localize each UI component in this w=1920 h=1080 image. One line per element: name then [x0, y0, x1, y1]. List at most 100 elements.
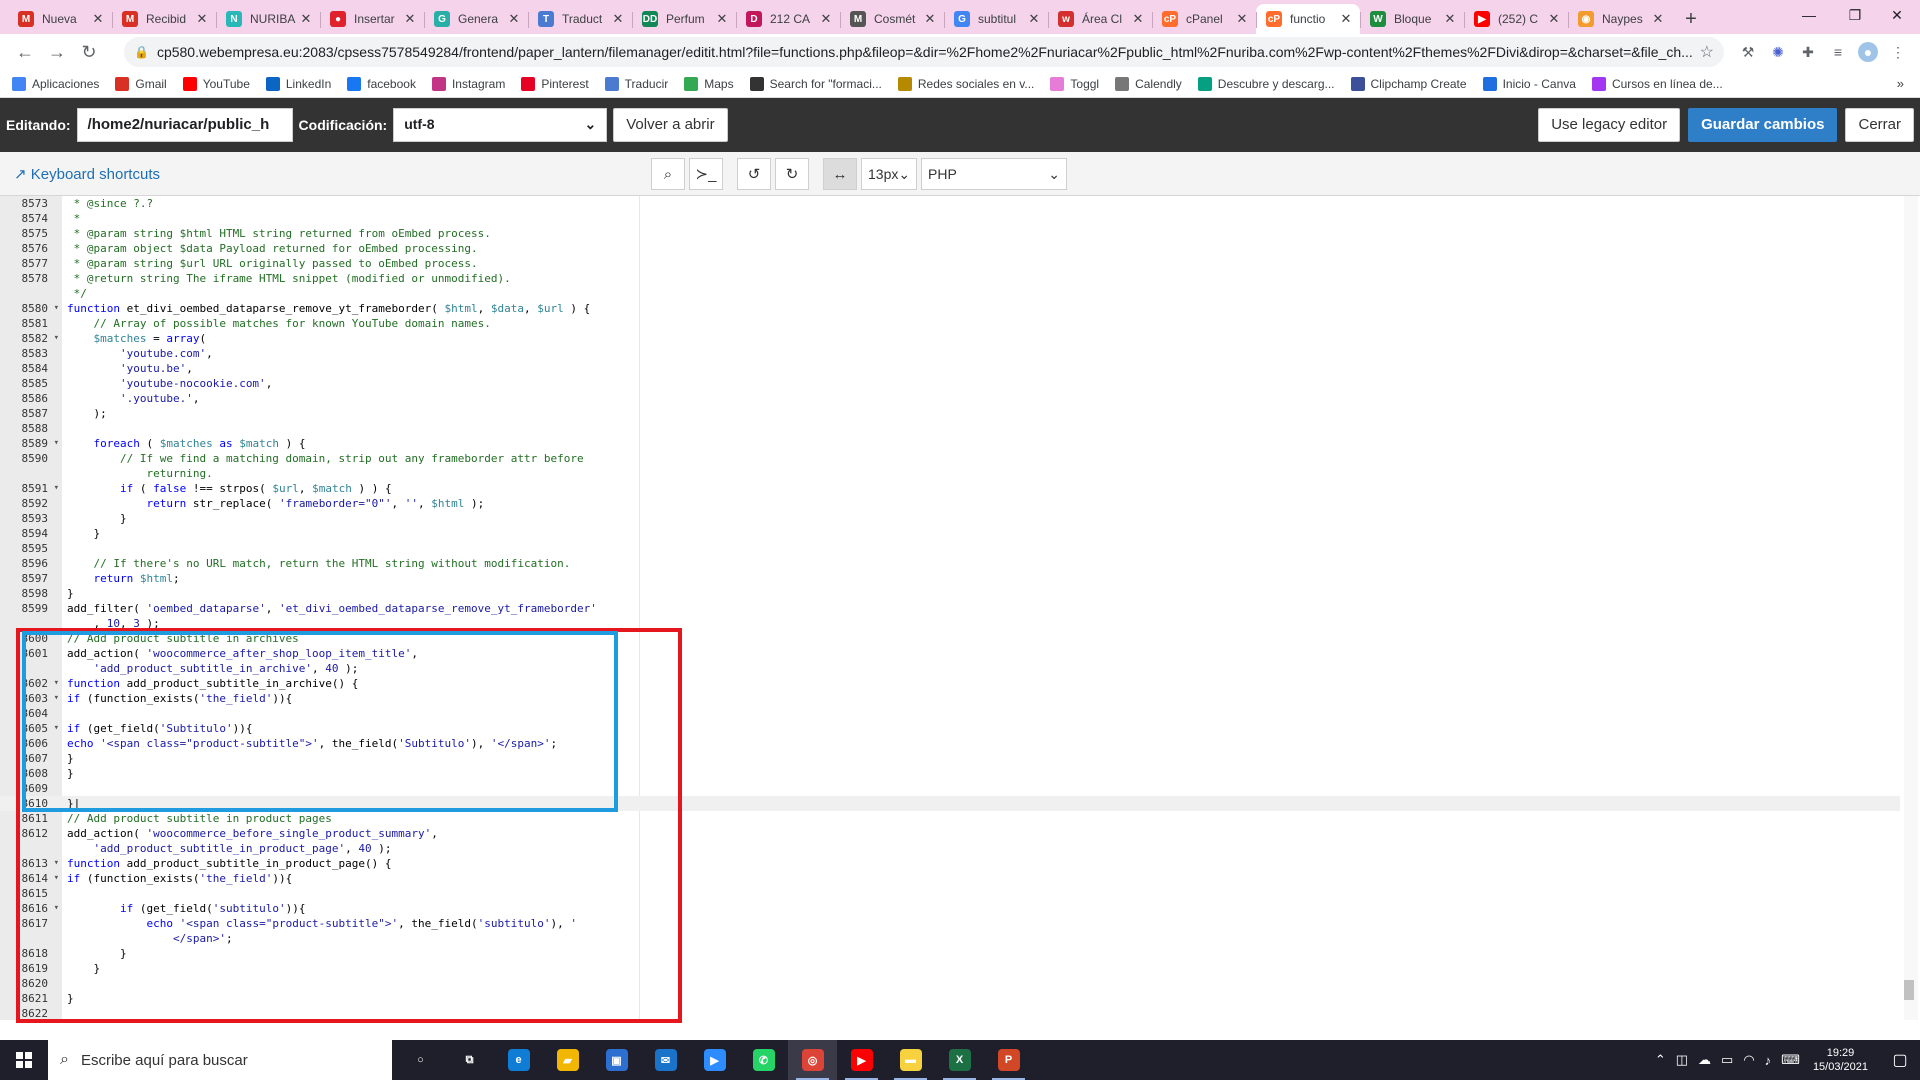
bookmark-item[interactable]: Calendly: [1115, 76, 1182, 91]
reopen-button[interactable]: Volver a abrir: [613, 108, 728, 142]
taskbar-app[interactable]: ○: [396, 1040, 445, 1080]
code-text[interactable]: '.youtube.',: [62, 391, 199, 406]
bookmark-item[interactable]: Clipchamp Create: [1350, 76, 1467, 91]
extensions-puzzle-icon[interactable]: ✚: [1798, 42, 1818, 62]
wifi-icon[interactable]: ◠: [1743, 1052, 1754, 1068]
start-button[interactable]: [0, 1040, 48, 1080]
volume-icon[interactable]: ♪: [1765, 1053, 1772, 1068]
meet-now-icon[interactable]: ◫: [1676, 1052, 1688, 1068]
code-line[interactable]: 8593 }: [0, 511, 1900, 526]
more-bookmarks-icon[interactable]: »: [1897, 76, 1904, 91]
taskbar-app[interactable]: ▰: [543, 1040, 592, 1080]
code-line[interactable]: 8596 // If there's no URL match, return …: [0, 556, 1900, 571]
code-text[interactable]: [62, 421, 67, 436]
close-tab-icon[interactable]: ✕: [1234, 11, 1250, 27]
taskbar-app[interactable]: ▶: [690, 1040, 739, 1080]
close-tab-icon[interactable]: ✕: [194, 11, 210, 27]
bookmark-item[interactable]: YouTube: [182, 76, 250, 91]
bookmark-item[interactable]: Redes sociales en v...: [897, 76, 1034, 91]
code-line[interactable]: 8585 'youtube-nocookie.com',: [0, 376, 1900, 391]
code-text[interactable]: );: [62, 406, 106, 421]
close-tab-icon[interactable]: ✕: [1130, 11, 1146, 27]
code-line[interactable]: 8599 add_filter( 'oembed_dataparse', 'et_…: [0, 601, 1900, 616]
bookmark-item[interactable]: Inicio - Canva: [1482, 76, 1576, 91]
code-text[interactable]: 'youtube-nocookie.com',: [62, 376, 272, 391]
profile-avatar-icon[interactable]: ●: [1858, 42, 1878, 62]
browser-tab[interactable]: W Bloque ✕: [1360, 4, 1464, 34]
bookmark-item[interactable]: Cursos en línea de...: [1591, 76, 1723, 91]
code-text[interactable]: * @param string $url URL originally pass…: [62, 256, 478, 271]
browser-tab[interactable]: M Recibid ✕: [112, 4, 216, 34]
code-line[interactable]: 8575 * @param string $html HTML string r…: [0, 226, 1900, 241]
code-text[interactable]: */: [62, 286, 87, 301]
taskbar-app[interactable]: e: [494, 1040, 543, 1080]
close-tab-icon[interactable]: ✕: [1650, 11, 1666, 27]
close-tab-icon[interactable]: ✕: [610, 11, 626, 27]
code-line[interactable]: 8580function et_divi_oembed_dataparse_re…: [0, 301, 1900, 316]
code-line[interactable]: 8576 * @param object $data Payload retur…: [0, 241, 1900, 256]
close-tab-icon[interactable]: ✕: [1442, 11, 1458, 27]
code-text[interactable]: }: [62, 586, 74, 601]
battery-icon[interactable]: ▭: [1721, 1052, 1733, 1068]
code-text[interactable]: // If there's no URL match, return the H…: [62, 556, 571, 571]
browser-tab[interactable]: w Área Cl ✕: [1048, 4, 1152, 34]
back-icon[interactable]: ←: [10, 37, 40, 67]
code-text[interactable]: $matches = array(: [62, 331, 207, 346]
browser-tab[interactable]: DD Perfum ✕: [632, 4, 736, 34]
code-text[interactable]: 'youtube.com',: [62, 346, 213, 361]
code-line[interactable]: */: [0, 286, 1900, 301]
code-text[interactable]: // Array of possible matches for known Y…: [62, 316, 491, 331]
scrollbar-thumb[interactable]: [1904, 980, 1914, 1000]
browser-tab[interactable]: ● Insertar ✕: [320, 4, 424, 34]
code-text[interactable]: if ( false !== strpos( $url, $match ) ) …: [62, 481, 392, 496]
minimize-icon[interactable]: —: [1786, 0, 1832, 30]
code-line[interactable]: 8592 return str_replace( 'frameborder="0…: [0, 496, 1900, 511]
line-number[interactable]: 8591: [0, 481, 62, 496]
browser-tab[interactable]: T Traduct ✕: [528, 4, 632, 34]
close-tab-icon[interactable]: ✕: [818, 11, 834, 27]
code-line[interactable]: 8583 'youtube.com',: [0, 346, 1900, 361]
taskbar-app[interactable]: ▶: [837, 1040, 886, 1080]
code-line[interactable]: 8588: [0, 421, 1900, 436]
bookmark-item[interactable]: Traducir: [604, 76, 668, 91]
bookmark-item[interactable]: Search for "formaci...: [749, 76, 882, 91]
close-editor-button[interactable]: Cerrar: [1845, 108, 1914, 142]
code-text[interactable]: }: [62, 511, 127, 526]
code-line[interactable]: 8586 '.youtube.',: [0, 391, 1900, 406]
taskbar-app[interactable]: ✉: [641, 1040, 690, 1080]
taskbar-search[interactable]: ⌕ Escribe aquí para buscar: [48, 1040, 392, 1080]
forward-icon[interactable]: →: [42, 37, 72, 67]
code-line[interactable]: 8589 foreach ( $matches as $match ) {: [0, 436, 1900, 451]
bookmark-item[interactable]: Gmail: [115, 76, 167, 91]
search-icon[interactable]: ⌕: [651, 158, 685, 190]
notifications-icon[interactable]: ▢: [1880, 1040, 1920, 1080]
bookmark-item[interactable]: Descubre y descarg...: [1197, 76, 1335, 91]
restore-icon[interactable]: ❐: [1832, 0, 1878, 30]
bookmark-item[interactable]: LinkedIn: [265, 76, 331, 91]
code-line[interactable]: 8590 // If we find a matching domain, st…: [0, 451, 1900, 466]
extension-hammer-icon[interactable]: ⚒: [1738, 42, 1758, 62]
bookmark-item[interactable]: Maps: [684, 76, 734, 91]
code-line[interactable]: 8581 // Array of possible matches for kn…: [0, 316, 1900, 331]
encoding-select[interactable]: utf-8 ⌄: [393, 108, 608, 142]
browser-tab[interactable]: cP cPanel ✕: [1152, 4, 1256, 34]
browser-tab[interactable]: ▶ (252) C ✕: [1464, 4, 1568, 34]
bookmark-item[interactable]: Toggl: [1050, 76, 1099, 91]
font-size-select[interactable]: 13px ⌄: [861, 158, 917, 190]
new-tab-button[interactable]: +: [1676, 4, 1706, 34]
browser-tab[interactable]: ◉ Naypes ✕: [1568, 4, 1672, 34]
code-line[interactable]: 8577 * @param string $url URL originally…: [0, 256, 1900, 271]
code-text[interactable]: return str_replace( 'frameborder="0"', '…: [62, 496, 484, 511]
legacy-editor-button[interactable]: Use legacy editor: [1538, 108, 1681, 142]
taskbar-app[interactable]: X: [935, 1040, 984, 1080]
code-line[interactable]: 8584 'youtu.be',: [0, 361, 1900, 376]
bookmark-item[interactable]: Pinterest: [521, 76, 589, 91]
wrap-toggle-icon[interactable]: ↔: [823, 158, 857, 190]
code-line[interactable]: 8591 if ( false !== strpos( $url, $match…: [0, 481, 1900, 496]
reading-list-icon[interactable]: ≡: [1828, 42, 1848, 62]
close-tab-icon[interactable]: ✕: [506, 11, 522, 27]
code-text[interactable]: }: [62, 526, 100, 541]
browser-tab[interactable]: N NURIBA ✕: [216, 4, 320, 34]
bookmark-item[interactable]: Instagram: [431, 76, 505, 91]
extension-gear-icon[interactable]: ✺: [1768, 42, 1788, 62]
